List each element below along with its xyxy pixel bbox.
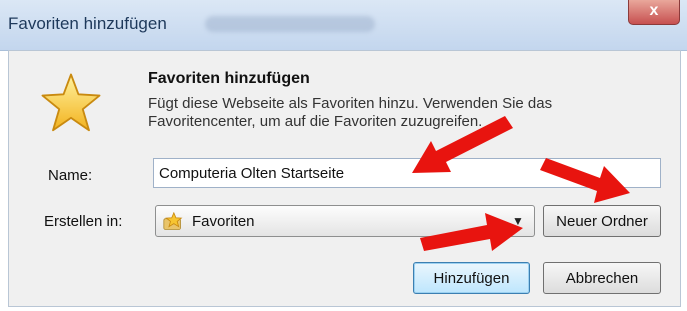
add-favorite-dialog: Favoriten hinzufügen x Favoriten hinzufü… <box>0 0 687 311</box>
annotation-arrows <box>412 116 630 251</box>
arrow-name-field <box>412 116 513 173</box>
arrow-new-folder <box>540 158 630 203</box>
arrow-dropdown <box>420 213 523 251</box>
